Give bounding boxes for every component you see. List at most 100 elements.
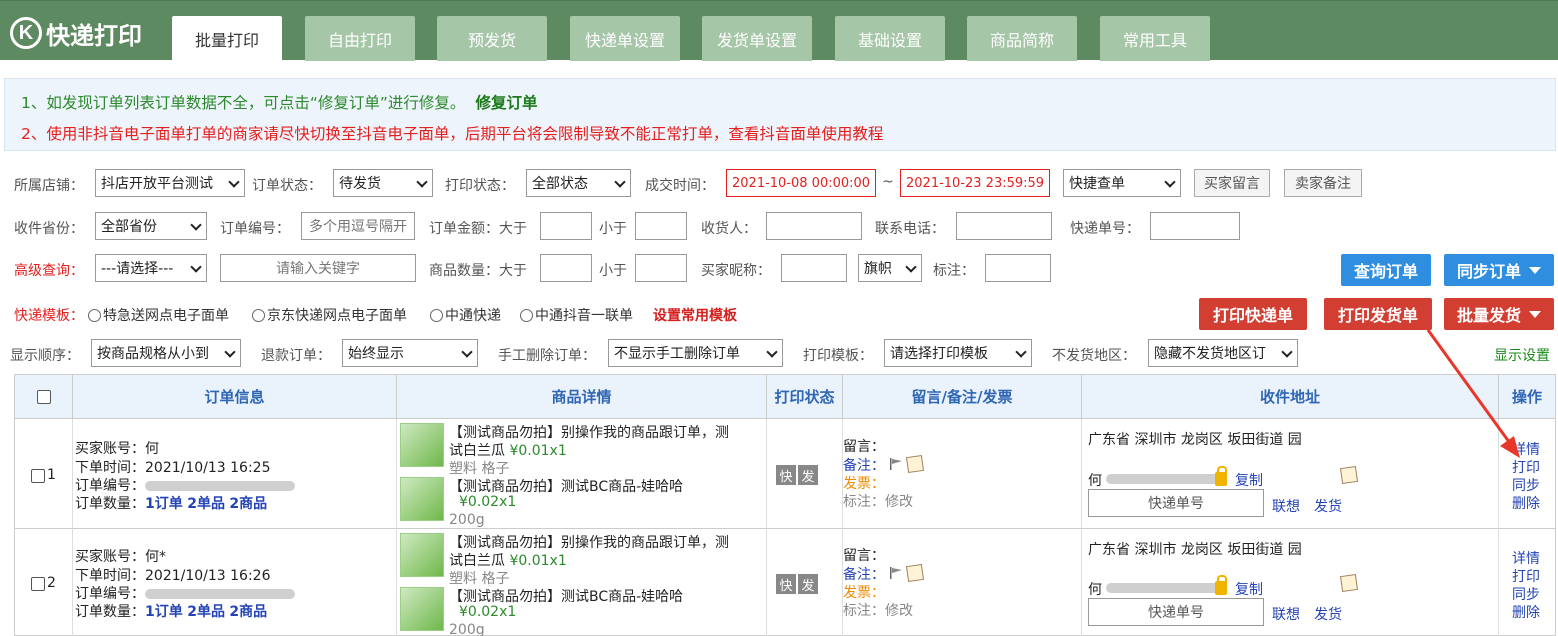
flag-icon[interactable] — [889, 458, 903, 470]
order-time: 下单时间：2021/10/13 16:26 — [75, 568, 271, 584]
phone-input[interactable] — [956, 212, 1052, 240]
lianxiang-link[interactable]: 联想 — [1272, 604, 1300, 624]
detail-link[interactable]: 详情 — [1512, 548, 1540, 568]
note-label[interactable]: 备注： — [843, 564, 885, 584]
refund-select[interactable]: 始终显示 — [342, 339, 478, 367]
notice-line-1: 1、如发现订单列表订单数据不全，可点击“修复订单”进行修复。 修复订单 — [21, 94, 538, 112]
app-logo: K 快递打印 — [10, 15, 142, 51]
template-radio-4[interactable]: 中通抖音一联单 — [520, 305, 633, 325]
mark-input[interactable] — [985, 254, 1051, 282]
display-settings-link[interactable]: 显示设置 — [1494, 345, 1550, 365]
copy-link[interactable]: 复制 — [1235, 579, 1263, 599]
tracking-input[interactable] — [1150, 212, 1240, 240]
no-ship-area-label: 不发货地区： — [1052, 348, 1136, 364]
sync-link[interactable]: 同步 — [1512, 584, 1540, 604]
receiver-input[interactable] — [766, 212, 862, 240]
print-status-select[interactable]: 全部状态 — [526, 169, 631, 197]
tab-basic-settings[interactable]: 基础设置 — [835, 16, 945, 61]
print-link[interactable]: 打印 — [1512, 457, 1540, 477]
select-all-checkbox[interactable] — [36, 389, 51, 404]
query-order-button[interactable]: 查询订单 — [1341, 254, 1431, 286]
nickname-input[interactable] — [781, 254, 847, 282]
message-label: 留言： — [843, 439, 885, 455]
print-link[interactable]: 打印 — [1512, 566, 1540, 586]
tab-batch-print[interactable]: 批量打印 — [172, 16, 282, 61]
detail-link[interactable]: 详情 — [1512, 439, 1540, 459]
edit-icon[interactable] — [905, 454, 925, 474]
lianxiang-link[interactable]: 联想 — [1272, 496, 1300, 516]
template-radio-3[interactable]: 中通快递 — [430, 305, 501, 325]
ship-link[interactable]: 发货 — [1314, 604, 1342, 624]
row-checkbox[interactable] — [31, 469, 45, 483]
sync-link[interactable]: 同步 — [1512, 475, 1540, 495]
product-spec: 塑料 格子 — [449, 461, 510, 477]
province-label: 收件省份： — [14, 221, 84, 237]
batch-ship-button[interactable]: 批量发货 — [1444, 298, 1554, 330]
order-status-select[interactable]: 待发货 — [333, 169, 433, 197]
print-express-button[interactable]: 打印快递单 — [1199, 298, 1307, 330]
product-spec: 塑料 格子 — [449, 571, 510, 587]
print-template-select[interactable]: 请选择打印模板 — [884, 339, 1032, 367]
edit-address-icon[interactable] — [1339, 573, 1359, 593]
nickname-label: 买家昵称： — [701, 263, 771, 279]
qty-max-input[interactable] — [635, 254, 687, 282]
tracking-number-input[interactable]: 快递单号 — [1088, 489, 1264, 517]
set-common-template-link[interactable]: 设置常用模板 — [653, 305, 737, 325]
product-name: 【测试商品勿拍】别操作我的商品跟订单，测 — [449, 425, 729, 441]
tracking-number-input[interactable]: 快递单号 — [1088, 598, 1264, 626]
time-from-input[interactable]: 2021-10-08 00:00:00 — [726, 169, 876, 197]
order-status-label: 订单状态： — [252, 178, 322, 194]
seller-note-button[interactable]: 卖家备注 — [1284, 169, 1362, 197]
table-row: 2 — [15, 529, 73, 636]
advanced-query-select[interactable]: ---请选择--- — [95, 254, 207, 282]
product-name: 【测试商品勿拍】测试BC商品-娃哈哈 — [449, 479, 684, 495]
row-checkbox[interactable] — [31, 577, 45, 591]
message-cell: 留言： 备注： 发票： 标注：修改 — [843, 529, 1082, 636]
no-ship-area-select[interactable]: 隐藏不发货地区订 — [1148, 339, 1298, 367]
qty-label: 商品数量：大于 — [429, 263, 527, 279]
keyword-input[interactable]: 请输入关键字 — [220, 254, 416, 282]
template-radio-1[interactable]: 特急送网点电子面单 — [88, 305, 229, 325]
repair-order-link[interactable]: 修复订单 — [475, 94, 537, 112]
template-radio-2[interactable]: 京东快递网点电子面单 — [252, 305, 407, 325]
edit-icon[interactable] — [905, 563, 925, 583]
shop-select[interactable]: 抖店开放平台测试 — [95, 169, 245, 197]
tab-product-alias[interactable]: 商品简称 — [967, 16, 1077, 61]
display-order-select[interactable]: 按商品规格从小到 — [91, 339, 241, 367]
tab-tools[interactable]: 常用工具 — [1100, 16, 1210, 61]
edit-address-icon[interactable] — [1339, 465, 1359, 485]
tracking-label: 快递单号： — [1070, 221, 1140, 237]
product-thumbnail — [400, 477, 444, 521]
manual-delete-select[interactable]: 不显示手工删除订单 — [608, 339, 783, 367]
print-status-cell: 快 发 — [767, 419, 843, 529]
ship-link[interactable]: 发货 — [1314, 496, 1342, 516]
quick-query-select[interactable]: 快捷查单 — [1063, 169, 1181, 197]
product-name: 【测试商品勿拍】别操作我的商品跟订单，测 — [449, 535, 729, 551]
product-name: 【测试商品勿拍】测试BC商品-娃哈哈 — [449, 589, 684, 605]
amount-max-input[interactable] — [635, 212, 687, 240]
tab-free-print[interactable]: 自由打印 — [305, 16, 415, 61]
tab-invoice-settings[interactable]: 发货单设置 — [702, 16, 812, 61]
tab-express-settings[interactable]: 快递单设置 — [570, 16, 680, 61]
display-order-label: 显示顺序： — [10, 348, 80, 364]
order-no-input[interactable]: 多个用逗号隔开 — [301, 212, 415, 240]
print-invoice-button[interactable]: 打印发货单 — [1324, 298, 1432, 330]
advanced-query-label: 高级查询： — [14, 263, 84, 279]
lock-icon[interactable] — [1215, 466, 1227, 486]
copy-link[interactable]: 复制 — [1235, 470, 1263, 490]
note-label[interactable]: 备注： — [843, 455, 885, 475]
lock-icon[interactable] — [1215, 575, 1227, 595]
flag-icon[interactable] — [889, 567, 903, 579]
delete-link[interactable]: 删除 — [1512, 602, 1540, 622]
notice-line-2[interactable]: 2、使用非抖音电子面单打单的商家请尽快切换至抖音电子面单，后期平台将会限制导致不… — [21, 122, 883, 144]
tab-pre-ship[interactable]: 预发货 — [437, 16, 547, 61]
amount-min-input[interactable] — [540, 212, 592, 240]
delete-link[interactable]: 删除 — [1512, 493, 1540, 513]
product-thumbnail — [400, 587, 444, 631]
qty-min-input[interactable] — [540, 254, 592, 282]
flag-select[interactable]: 旗帜 — [858, 254, 922, 282]
province-select[interactable]: 全部省份 — [95, 212, 207, 240]
time-to-input[interactable]: 2021-10-23 23:59:59 — [900, 169, 1050, 197]
buyer-message-button[interactable]: 买家留言 — [1194, 169, 1270, 197]
sync-order-button[interactable]: 同步订单 — [1444, 254, 1554, 286]
